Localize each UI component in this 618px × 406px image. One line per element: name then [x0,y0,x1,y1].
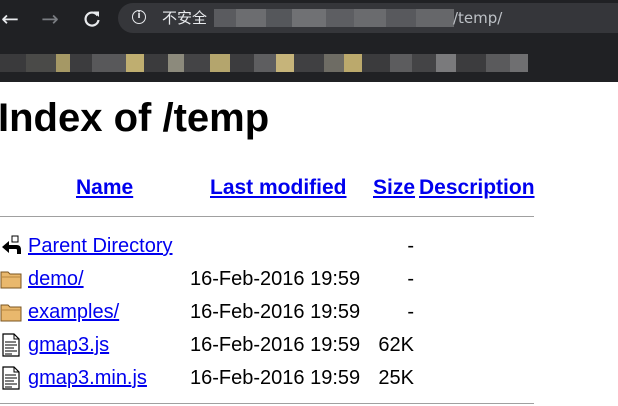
column-header-name[interactable]: Name [76,176,133,200]
bookmarks-bar-redacted [0,44,618,82]
info-icon[interactable]: i [132,10,146,24]
entry-size: 25K [378,367,414,389]
entry-modified: 16-Feb-2016 19:59 [190,334,361,356]
entry-link[interactable]: gmap3.js [28,333,109,357]
list-item: Parent Directory - [0,232,560,262]
url-host-redacted [214,9,454,27]
folder-icon[interactable] [0,300,24,324]
list-item: examples/ 16-Feb-2016 19:59 - [0,298,560,328]
column-header-description[interactable]: Description [419,176,535,200]
entry-link[interactable]: examples/ [28,300,119,324]
list-item: demo/ 16-Feb-2016 19:59 - [0,265,560,295]
folder-icon[interactable] [0,267,24,291]
entry-size: 62K [378,334,414,356]
footer-divider [0,403,534,404]
entry-link[interactable]: demo/ [28,267,84,291]
column-header-size[interactable]: Size [373,176,415,200]
entry-size: - [407,301,414,323]
list-item: gmap3.min.js 16-Feb-2016 19:59 25K [0,364,560,394]
entry-modified: 16-Feb-2016 19:59 [190,367,361,389]
entry-modified: 16-Feb-2016 19:59 [190,268,361,290]
reload-icon[interactable] [78,5,106,33]
url-path[interactable]: /temp/ [453,9,502,27]
page-title: Index of /temp [0,96,270,140]
entry-link[interactable]: gmap3.min.js [28,366,147,390]
header-divider [0,216,534,217]
browser-toolbar: ← → i 不安全 /temp/ [0,0,618,82]
entry-size: - [407,235,414,257]
list-item: gmap3.js 16-Feb-2016 19:59 62K [0,331,560,361]
file-icon[interactable] [0,366,24,390]
entry-modified: 16-Feb-2016 19:59 [190,301,361,323]
forward-arrow-icon[interactable]: → [36,5,64,33]
column-header-last-modified[interactable]: Last modified [210,176,347,200]
entry-size: - [407,268,414,290]
file-icon[interactable] [0,333,24,357]
parent-directory-icon[interactable] [0,234,24,258]
security-label[interactable]: 不安全 [162,9,207,27]
entry-link[interactable]: Parent Directory [28,234,173,258]
back-arrow-icon[interactable]: ← [0,5,24,33]
address-bar[interactable]: i 不安全 /temp/ [118,3,618,33]
